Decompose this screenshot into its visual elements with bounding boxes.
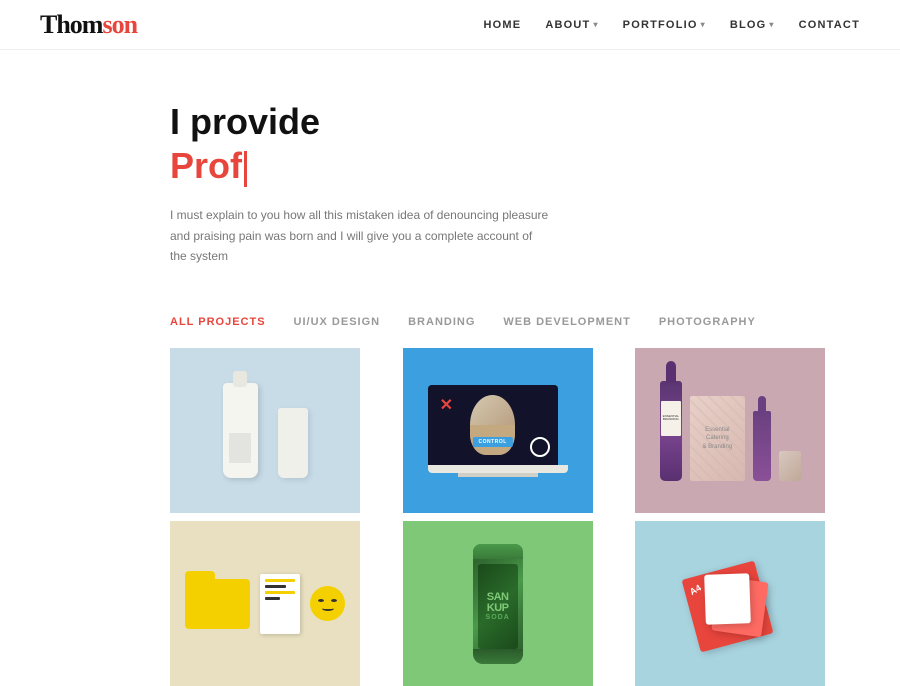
filter-branding[interactable]: BRANDING	[408, 316, 475, 328]
wine-group: ESSENTIALBRANDING EssentialCatering& Bra…	[660, 381, 801, 481]
laptop-base	[428, 465, 568, 473]
bottle-pump	[223, 383, 258, 478]
brand-folder	[185, 579, 250, 629]
portfolio-item-paper-cards[interactable]: A4	[635, 521, 825, 686]
chevron-down-icon: ▾	[593, 20, 598, 29]
site-logo[interactable]: Thomson	[40, 10, 137, 40]
wine-small-box	[779, 451, 801, 481]
screen-circle-icon	[530, 437, 550, 457]
can-brand-sub: SODA	[486, 614, 510, 621]
cursor	[244, 151, 247, 187]
site-header: Thomson HOME ABOUT ▾ PORTFOLIO ▾ BLOG ▾ …	[0, 0, 900, 50]
can-brand-name: SANKUP	[487, 592, 509, 614]
chevron-down-icon: ▾	[769, 20, 774, 29]
skincare-bottles	[223, 383, 308, 478]
hero-typed-text: Prof	[170, 145, 860, 187]
portfolio-filter: ALL PROJECTS UI/UX DESIGN BRANDING WEB D…	[40, 316, 860, 328]
wine-bottle-small	[753, 411, 771, 481]
wine-bottle-tall: ESSENTIALBRANDING	[660, 381, 682, 481]
paper-stack: A4	[680, 554, 780, 654]
wine-box: EssentialCatering& Branding	[690, 396, 745, 481]
screen-x-icon: ✕	[440, 395, 453, 415]
portfolio-item-soda-can[interactable]: SANKUP SODA	[403, 521, 593, 686]
hero-description: I must explain to you how all this mista…	[170, 205, 550, 266]
nav-home[interactable]: HOME	[484, 19, 522, 31]
portfolio-item-branding-yellow[interactable]	[170, 521, 360, 686]
nav-blog[interactable]: BLOG ▾	[730, 19, 775, 31]
portfolio-item-laptop[interactable]: ✕ CONTROL	[403, 348, 593, 513]
nav-portfolio[interactable]: PORTFOLIO ▾	[623, 19, 706, 31]
filter-web-development[interactable]: WEB DEVELOPMENT	[503, 316, 630, 328]
nav-contact[interactable]: CONTACT	[799, 19, 860, 31]
portfolio-grid: ✕ CONTROL ESSENTIALBRANDING	[40, 348, 860, 686]
laptop-stand	[458, 473, 538, 477]
logo-accent: son	[102, 10, 137, 39]
paper-a4-label: A4	[688, 582, 703, 596]
filter-photography[interactable]: PHOTOGRAPHY	[659, 316, 756, 328]
chevron-down-icon: ▾	[701, 20, 706, 29]
screen-label: CONTROL	[473, 437, 513, 447]
portfolio-item-wine[interactable]: ESSENTIALBRANDING EssentialCatering& Bra…	[635, 348, 825, 513]
hero-section: I provide Prof I must explain to you how…	[0, 50, 900, 286]
portfolio-item-skincare[interactable]	[170, 348, 360, 513]
soda-can-wrapper: SANKUP SODA	[473, 544, 523, 664]
brand-mask	[310, 586, 345, 621]
branding-items	[185, 574, 345, 634]
paper-card-white	[704, 573, 751, 625]
nav-about[interactable]: ABOUT ▾	[545, 19, 598, 31]
hero-title: I provide	[170, 100, 860, 143]
laptop-screen: ✕ CONTROL	[428, 385, 558, 465]
filter-uiux[interactable]: UI/UX DESIGN	[294, 316, 381, 328]
filter-all-projects[interactable]: ALL PROJECTS	[170, 316, 266, 328]
portfolio-section: ALL PROJECTS UI/UX DESIGN BRANDING WEB D…	[0, 286, 900, 686]
main-nav: HOME ABOUT ▾ PORTFOLIO ▾ BLOG ▾ CONTACT	[484, 19, 860, 31]
bottle-tube	[278, 408, 308, 478]
laptop-mockup: ✕ CONTROL	[428, 385, 568, 477]
soda-can: SANKUP SODA	[473, 544, 523, 664]
brand-card	[260, 574, 300, 634]
